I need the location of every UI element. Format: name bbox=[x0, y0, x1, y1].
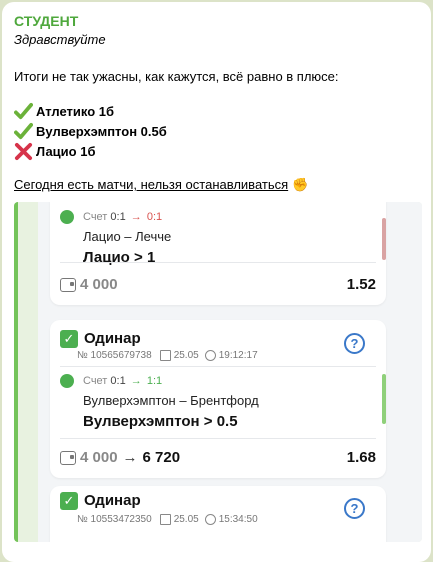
match-block: Счет 0:1 → 1:1 Вулверхэмптон – Брентфорд… bbox=[50, 368, 386, 460]
calendar-icon bbox=[159, 514, 171, 525]
check-mark-icon bbox=[14, 122, 33, 140]
clock-icon bbox=[204, 514, 216, 525]
result-line: Лацио 1б bbox=[14, 142, 95, 161]
bet-number: № 10553472350 bbox=[77, 514, 152, 525]
help-icon[interactable]: ? bbox=[344, 333, 365, 354]
help-icon[interactable]: ? bbox=[344, 498, 365, 519]
divider bbox=[60, 366, 376, 367]
match-teams: Лацио – Лечче bbox=[83, 229, 172, 244]
bet-slip-preview[interactable]: Счет 0:1 → 0:1 Лацио – Лечче Лацио > 1 4… bbox=[14, 202, 422, 542]
wallet-icon bbox=[60, 450, 76, 465]
match-teams: Вулверхэмптон – Брентфорд bbox=[83, 393, 259, 408]
bet-meta: № 10553472350 25.05 15:34:50 bbox=[77, 514, 258, 525]
odds-value: 1.52 bbox=[346, 276, 376, 293]
bet-pick: Лацио > 1 bbox=[83, 249, 156, 266]
result-text: Лацио 1б bbox=[36, 144, 96, 159]
bet-time: 19:12:17 bbox=[218, 350, 258, 361]
cross-mark-icon bbox=[14, 142, 33, 161]
bet-number: № 10565679738 bbox=[77, 350, 152, 361]
check-mark-icon bbox=[14, 102, 33, 120]
checkbox-icon: ✓ bbox=[60, 492, 78, 510]
bet-card: ✓ Одинар № 10553472350 25.05 15:34:50 ? bbox=[50, 486, 386, 542]
bet-card: ✓ Одинар № 10565679738 25.05 19:12:17 ? bbox=[50, 320, 386, 478]
win-amount: 6 720 bbox=[142, 449, 181, 466]
stake-amount: 4 000 → 6 720 bbox=[60, 449, 180, 466]
divider bbox=[60, 438, 376, 439]
result-line: Атлетико 1б bbox=[14, 102, 114, 121]
odds-value: 1.68 bbox=[346, 449, 376, 466]
stake-amount: 4 000 bbox=[60, 276, 118, 293]
score-line: Счет 0:1 → 1:1 bbox=[83, 375, 163, 387]
bet-card: Счет 0:1 → 0:1 Лацио – Лечче Лацио > 1 4… bbox=[50, 202, 386, 305]
bet-slip-panel: Счет 0:1 → 0:1 Лацио – Лечче Лацио > 1 4… bbox=[38, 202, 422, 542]
message-bubble: СТУДЕНТ Здравствуйте Итоги не так ужасны… bbox=[2, 2, 431, 562]
fist-icon: ✊ bbox=[292, 177, 309, 192]
greeting-text: Здравствуйте bbox=[14, 32, 106, 47]
clock-icon bbox=[204, 350, 216, 361]
status-bar bbox=[382, 374, 386, 424]
preview-accent-bar bbox=[14, 202, 18, 542]
bet-date: 25.05 bbox=[173, 350, 199, 361]
result-text: Вулверхэмптон 0.5б bbox=[36, 124, 167, 139]
bet-pick: Вулверхэмптон > 0.5 bbox=[83, 413, 238, 430]
score-line: Счет 0:1 → 0:1 bbox=[83, 211, 163, 223]
matches-link[interactable]: Сегодня есть матчи, нельзя останавливать… bbox=[14, 177, 308, 193]
bet-type-title: Одинар bbox=[84, 330, 141, 347]
bet-date: 25.05 bbox=[173, 514, 199, 525]
checkbox-icon: ✓ bbox=[60, 330, 78, 348]
divider bbox=[60, 262, 376, 263]
intro-text: Итоги не так ужасны, как кажутся, всё ра… bbox=[14, 69, 339, 84]
wallet-icon bbox=[60, 277, 76, 292]
bet-type-title: Одинар bbox=[84, 492, 141, 509]
sender-name[interactable]: СТУДЕНТ bbox=[14, 13, 78, 29]
arrow-icon: → bbox=[122, 449, 138, 466]
result-line: Вулверхэмптон 0.5б bbox=[14, 122, 167, 141]
result-text: Атлетико 1б bbox=[36, 104, 115, 119]
link-text[interactable]: Сегодня есть матчи, нельзя останавливать… bbox=[14, 177, 288, 192]
football-icon bbox=[60, 210, 74, 224]
calendar-icon bbox=[159, 350, 171, 361]
bet-time: 15:34:50 bbox=[218, 514, 258, 525]
arrow-icon: → bbox=[130, 375, 142, 387]
football-icon bbox=[60, 374, 74, 388]
status-bar bbox=[382, 218, 386, 260]
bet-meta: № 10565679738 25.05 19:12:17 bbox=[77, 350, 258, 361]
arrow-icon: → bbox=[130, 211, 142, 223]
